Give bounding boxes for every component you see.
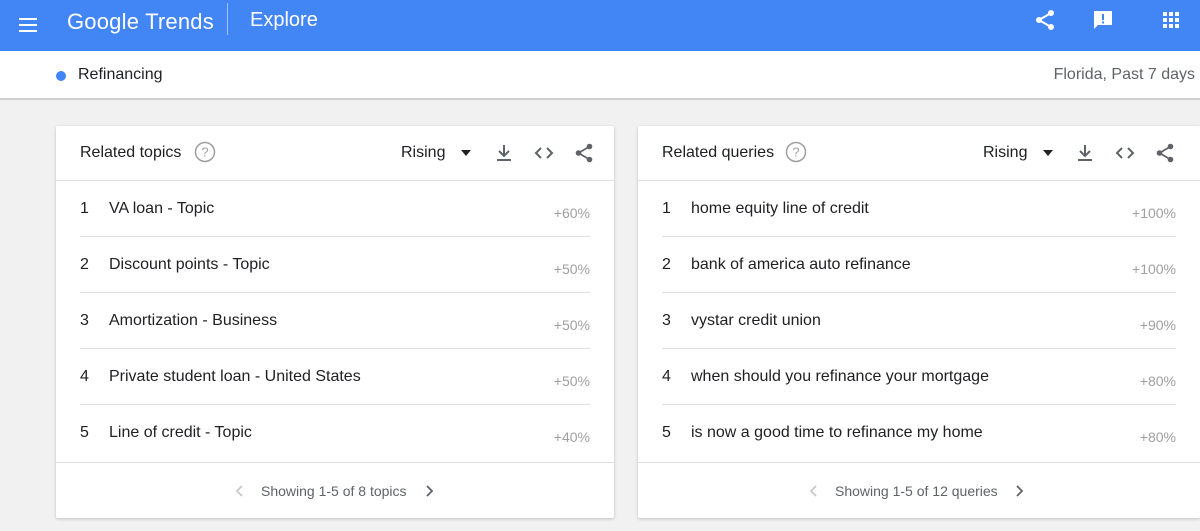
search-term[interactable]: Refinancing — [78, 66, 163, 84]
list-item[interactable]: 3 Amortization - Business +50% — [80, 293, 590, 349]
chevron-left-icon[interactable] — [232, 483, 248, 499]
svg-text:?: ? — [792, 145, 799, 160]
chevron-right-icon[interactable] — [421, 483, 437, 499]
logo-trends-text: Trends — [145, 9, 214, 34]
download-icon[interactable] — [1074, 142, 1096, 164]
list-item[interactable]: 1 VA loan - Topic +60% — [80, 181, 590, 237]
list-item[interactable]: 3 vystar credit union +90% — [662, 293, 1176, 349]
search-filters[interactable]: Florida, Past 7 days — [1054, 66, 1195, 84]
logo-google-text: Google — [67, 9, 140, 34]
item-label: home equity line of credit — [691, 200, 869, 217]
item-label: Discount points - Topic — [109, 256, 270, 273]
item-rank: 5 — [80, 424, 89, 441]
item-label: Amortization - Business — [109, 312, 278, 329]
list-item[interactable]: 4 Private student loan - United States +… — [80, 349, 590, 405]
chevron-right-icon[interactable] — [1011, 483, 1027, 499]
list-item[interactable]: 2 bank of america auto refinance +100% — [662, 237, 1176, 293]
item-rank: 1 — [662, 200, 671, 217]
item-rank: 4 — [662, 368, 671, 385]
item-value: +100% — [1132, 261, 1176, 277]
item-rank: 3 — [662, 312, 671, 329]
item-rank: 5 — [662, 424, 671, 441]
item-label: when should you refinance your mortgage — [691, 368, 989, 385]
item-rank: 1 — [80, 200, 89, 217]
chevron-left-icon[interactable] — [806, 483, 822, 499]
share-icon[interactable] — [1154, 142, 1176, 164]
item-value: +50% — [553, 373, 590, 389]
topics-list: 1 VA loan - Topic +60% 2 Discount points… — [80, 181, 590, 461]
term-color-dot — [56, 71, 66, 81]
list-item[interactable]: 4 when should you refinance your mortgag… — [662, 349, 1176, 405]
feedback-icon[interactable] — [1091, 8, 1115, 32]
item-label: is now a good time to refinance my home — [691, 424, 983, 441]
pagination: Showing 1-5 of 12 queries — [638, 462, 1200, 518]
item-value: +100% — [1132, 205, 1176, 221]
list-item[interactable]: 5 is now a good time to refinance my hom… — [662, 405, 1176, 461]
item-label: Private student loan - United States — [109, 368, 361, 385]
card-title: Related queries — [662, 144, 775, 161]
item-value: +60% — [553, 205, 590, 221]
card-header: Related queries ? Rising — [638, 126, 1200, 181]
card-header: Related topics ? Rising — [56, 126, 614, 181]
top-app-bar: Google Trends Explore — [0, 0, 1200, 51]
item-value: +80% — [1139, 429, 1176, 445]
item-value: +90% — [1139, 317, 1176, 333]
download-icon[interactable] — [493, 142, 515, 164]
card-title: Related topics — [80, 144, 182, 161]
item-label: VA loan - Topic — [109, 200, 215, 217]
item-label: bank of america auto refinance — [691, 256, 911, 273]
item-rank: 4 — [80, 368, 89, 385]
item-value: +80% — [1139, 373, 1176, 389]
pagination-status: Showing 1-5 of 8 topics — [261, 483, 407, 499]
header-divider — [227, 3, 228, 35]
help-icon[interactable]: ? — [194, 141, 216, 163]
item-rank: 3 — [80, 312, 89, 329]
list-item[interactable]: 5 Line of credit - Topic +40% — [80, 405, 590, 461]
sort-dropdown[interactable]: Rising — [401, 144, 445, 162]
list-item[interactable]: 2 Discount points - Topic +50% — [80, 237, 590, 293]
chevron-down-icon[interactable] — [1043, 150, 1053, 156]
share-icon[interactable] — [573, 142, 595, 164]
chevron-down-icon[interactable] — [461, 150, 471, 156]
item-rank: 2 — [80, 256, 89, 273]
list-item[interactable]: 1 home equity line of credit +100% — [662, 181, 1176, 237]
help-icon[interactable]: ? — [785, 141, 807, 163]
search-term-bar: Refinancing Florida, Past 7 days — [0, 51, 1200, 100]
google-trends-logo[interactable]: Google Trends — [67, 8, 214, 36]
queries-list: 1 home equity line of credit +100% 2 ban… — [662, 181, 1176, 461]
embed-code-icon[interactable] — [1114, 142, 1136, 164]
share-icon[interactable] — [1033, 8, 1057, 32]
menu-icon[interactable] — [16, 13, 40, 37]
page-title: Explore — [250, 9, 318, 31]
item-label: vystar credit union — [691, 312, 821, 329]
apps-icon[interactable] — [1159, 8, 1183, 32]
item-label: Line of credit - Topic — [109, 424, 252, 441]
item-value: +50% — [553, 317, 590, 333]
svg-text:?: ? — [201, 145, 208, 160]
pagination: Showing 1-5 of 8 topics — [56, 462, 614, 518]
related-queries-card: Related queries ? Rising 1 home equity l… — [638, 126, 1200, 518]
item-value: +50% — [553, 261, 590, 277]
pagination-status: Showing 1-5 of 12 queries — [835, 483, 998, 499]
item-value: +40% — [553, 429, 590, 445]
item-rank: 2 — [662, 256, 671, 273]
related-topics-card: Related topics ? Rising 1 VA loan - Topi… — [56, 126, 614, 518]
embed-code-icon[interactable] — [533, 142, 555, 164]
sort-dropdown[interactable]: Rising — [983, 144, 1027, 162]
